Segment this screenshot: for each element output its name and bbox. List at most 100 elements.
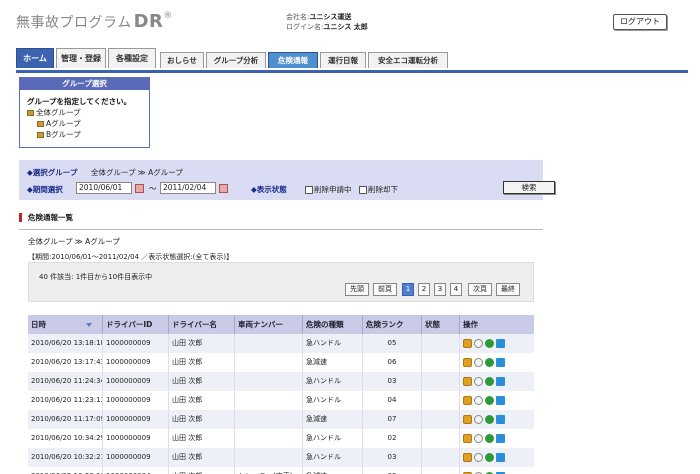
cell-operations bbox=[460, 467, 534, 474]
map-pin-icon[interactable] bbox=[474, 377, 483, 386]
header-danger-rank[interactable]: 危険ランク bbox=[363, 315, 422, 334]
date-to-input[interactable]: 2011/02/04 bbox=[160, 182, 216, 194]
pager-prev-button[interactable]: 前頁 bbox=[373, 283, 397, 296]
cell-vehicle bbox=[235, 429, 303, 448]
group-filter-label: ◆選択グループ bbox=[27, 168, 78, 177]
document-icon[interactable] bbox=[496, 358, 505, 367]
pager-page-2[interactable]: 2 bbox=[418, 283, 430, 296]
logout-button[interactable]: ログアウト bbox=[613, 14, 667, 30]
cell-datetime: 2010/06/20 11:23:13 bbox=[28, 391, 103, 410]
table-row[interactable]: 2010/06/20 10:32:21 1000000009 山田 次郎 急ハンドル 0… bbox=[28, 448, 534, 467]
header-driver-id[interactable]: ドライバーID bbox=[103, 315, 169, 334]
map-pin-icon[interactable] bbox=[474, 396, 483, 405]
play-icon[interactable] bbox=[485, 434, 494, 443]
pager-page-1[interactable]: 1 bbox=[402, 283, 414, 296]
cell-driver-name: 山田 次郎 bbox=[169, 467, 235, 474]
cell-datetime: 2010/06/20 10:32:21 bbox=[28, 448, 103, 467]
header-status[interactable]: 状態 bbox=[422, 315, 460, 334]
play-icon[interactable] bbox=[485, 377, 494, 386]
tab-danger-report[interactable]: 危険通報 bbox=[268, 52, 318, 68]
calendar-icon[interactable] bbox=[135, 184, 144, 193]
cell-status bbox=[422, 334, 460, 353]
warning-icon[interactable] bbox=[463, 434, 472, 443]
tree-item-all[interactable]: 全体グループ bbox=[27, 107, 81, 118]
table-row[interactable]: 2010/06/20 10:34:29 1000000009 山田 次郎 急ハンドル 0… bbox=[28, 429, 534, 448]
deleted-option[interactable]: 削除却下 bbox=[359, 184, 398, 195]
play-icon[interactable] bbox=[485, 358, 494, 367]
play-icon[interactable] bbox=[485, 396, 494, 405]
document-icon[interactable] bbox=[496, 396, 505, 405]
date-from-input[interactable]: 2010/06/01 bbox=[76, 182, 132, 194]
deleted-request-option[interactable]: 削除申請中 bbox=[305, 184, 352, 195]
play-icon[interactable] bbox=[485, 339, 494, 348]
pager-first-button[interactable]: 先頭 bbox=[345, 283, 369, 296]
document-icon[interactable] bbox=[496, 415, 505, 424]
play-icon[interactable] bbox=[485, 415, 494, 424]
pager-last-button[interactable]: 最終 bbox=[496, 283, 520, 296]
cell-driver-id: 1000000009 bbox=[103, 334, 169, 353]
checkbox[interactable] bbox=[305, 186, 313, 194]
pager-page-4[interactable]: 4 bbox=[450, 283, 462, 296]
tab-eco-driving[interactable]: 安全エコ運転分析 bbox=[368, 52, 448, 68]
document-icon[interactable] bbox=[496, 453, 505, 462]
document-icon[interactable] bbox=[496, 377, 505, 386]
warning-icon[interactable] bbox=[463, 339, 472, 348]
company-label: 会社名: bbox=[286, 13, 310, 21]
table-row[interactable]: 2010/06/05 16:20:111000000004山田 次郎トレーラー(… bbox=[28, 467, 534, 474]
checkbox[interactable] bbox=[359, 186, 367, 194]
play-icon[interactable] bbox=[485, 453, 494, 462]
warning-icon[interactable] bbox=[463, 415, 472, 424]
group-select-title: グループ選択 bbox=[20, 78, 149, 90]
search-button[interactable]: 検索 bbox=[503, 181, 555, 194]
table-row[interactable]: 2010/06/20 13:17:43 1000000009 山田 次郎 急減速 06 bbox=[28, 353, 534, 372]
app-header: 無事故プログラム DR® 会社名:ユニシス運送 ログイン名:ユニシス 太郎 ログア… bbox=[0, 0, 700, 42]
map-pin-icon[interactable] bbox=[474, 339, 483, 348]
table-row[interactable]: 2010/06/20 11:23:13 1000000009 山田 次郎 急ハンドル 0… bbox=[28, 391, 534, 410]
cell-vehicle bbox=[235, 448, 303, 467]
cell-datetime: 2010/06/20 11:17:09 bbox=[28, 410, 103, 429]
cell-driver-name: 山田 次郎 bbox=[169, 448, 235, 467]
document-icon[interactable] bbox=[496, 339, 505, 348]
warning-icon[interactable] bbox=[463, 358, 472, 367]
cell-driver-id: 1000000009 bbox=[103, 391, 169, 410]
map-pin-icon[interactable] bbox=[474, 415, 483, 424]
tab-management[interactable]: 管理・登録 bbox=[56, 48, 106, 68]
table-row[interactable]: 2010/06/20 13:18:18 1000000009 山田 次郎 急ハンドル 0… bbox=[28, 334, 534, 353]
header-vehicle[interactable]: 車両ナンバー bbox=[235, 315, 303, 334]
date-separator: 〜 bbox=[149, 184, 157, 193]
tree-item-a[interactable]: Aグループ bbox=[37, 118, 81, 129]
cell-danger-type: 急減速 bbox=[303, 467, 363, 474]
map-pin-icon[interactable] bbox=[474, 434, 483, 443]
header-datetime[interactable]: 日時 bbox=[28, 315, 103, 334]
warning-icon[interactable] bbox=[463, 453, 472, 462]
tab-home[interactable]: ホーム bbox=[16, 48, 54, 68]
header-driver-name[interactable]: ドライバー名 bbox=[169, 315, 235, 334]
cell-danger-type: 急ハンドル bbox=[303, 334, 363, 353]
header-danger-type[interactable]: 危険の種類 bbox=[303, 315, 363, 334]
tree-item-b[interactable]: Bグループ bbox=[37, 129, 81, 140]
user-info: 会社名:ユニシス運送 ログイン名:ユニシス 太郎 bbox=[286, 12, 368, 32]
tab-notices[interactable]: おしらせ bbox=[160, 52, 204, 68]
document-icon[interactable] bbox=[496, 434, 505, 443]
cell-operations bbox=[460, 334, 534, 353]
tab-daily-report[interactable]: 運行日報 bbox=[320, 52, 366, 68]
cell-status bbox=[422, 410, 460, 429]
tab-settings[interactable]: 各種設定 bbox=[108, 48, 156, 68]
group-select-prompt: グループを指定してください。 bbox=[27, 97, 132, 106]
cell-vehicle bbox=[235, 391, 303, 410]
table-header-row: 日時 ドライバーID ドライバー名 車両ナンバー 危険の種類 危険ランク 状態 … bbox=[28, 315, 534, 334]
table-row[interactable]: 2010/06/20 11:24:34 1000000009 山田 次郎 急ハンドル 0… bbox=[28, 372, 534, 391]
calendar-icon[interactable] bbox=[219, 184, 228, 193]
warning-icon[interactable] bbox=[463, 396, 472, 405]
pager-next-button[interactable]: 次頁 bbox=[468, 283, 492, 296]
cell-datetime: 2010/06/20 11:24:34 bbox=[28, 372, 103, 391]
folder-icon bbox=[27, 110, 34, 116]
pager-page-3[interactable]: 3 bbox=[434, 283, 446, 296]
map-pin-icon[interactable] bbox=[474, 453, 483, 462]
tab-group-analysis[interactable]: グループ分析 bbox=[206, 52, 266, 68]
sort-desc-icon[interactable] bbox=[86, 323, 92, 327]
table-row[interactable]: 2010/06/20 11:17:09 1000000009 山田 次郎 急減速 07 bbox=[28, 410, 534, 429]
map-pin-icon[interactable] bbox=[474, 358, 483, 367]
user-value: ユニシス 太郎 bbox=[323, 23, 368, 31]
warning-icon[interactable] bbox=[463, 377, 472, 386]
